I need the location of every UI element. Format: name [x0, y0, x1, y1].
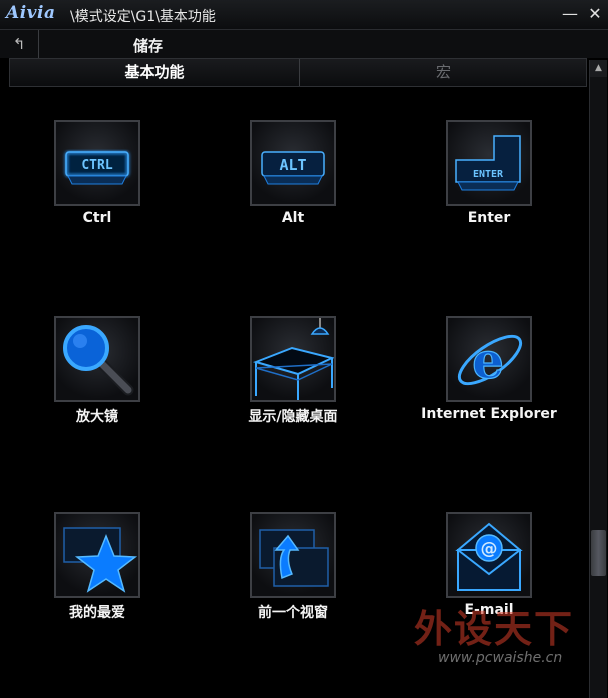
- breadcrumb: \模式设定\G1\基本功能: [70, 9, 216, 25]
- previous-window-icon: [250, 512, 336, 598]
- back-arrow-icon: ↰: [12, 35, 26, 53]
- function-internet-explorer[interactable]: e Internet Explorer: [399, 316, 579, 422]
- function-previous-window[interactable]: 前一个视窗: [203, 512, 383, 622]
- svg-text:@: @: [481, 539, 498, 559]
- internet-explorer-icon: e: [446, 316, 532, 402]
- email-icon: @: [446, 512, 532, 598]
- tab-macro[interactable]: 宏: [300, 59, 587, 86]
- function-label: Ctrl: [82, 210, 112, 226]
- function-magnifier[interactable]: 放大镜: [7, 316, 187, 426]
- function-label: Internet Explorer: [421, 406, 557, 422]
- alt-key-icon: ALT: [250, 120, 336, 206]
- scroll-thumb[interactable]: [591, 530, 606, 576]
- scroll-up-arrow-icon[interactable]: ▲: [590, 60, 607, 77]
- back-button[interactable]: ↰: [0, 30, 39, 58]
- aivia-logo: Aivia: [6, 3, 56, 23]
- magnifier-icon: [54, 316, 140, 402]
- save-title: 储存: [133, 37, 164, 55]
- function-label: E-mail: [464, 602, 514, 618]
- svg-text:CTRL: CTRL: [81, 158, 112, 173]
- function-label: 前一个视窗: [258, 605, 328, 621]
- function-label: Enter: [467, 210, 511, 226]
- desktop-table-icon: [250, 316, 336, 402]
- favorites-star-icon: [54, 512, 140, 598]
- function-favorites[interactable]: 我的最爱: [7, 512, 187, 622]
- function-alt[interactable]: ALT Alt: [203, 120, 383, 226]
- function-label: Alt: [281, 210, 305, 226]
- ctrl-key-icon: CTRL: [54, 120, 140, 206]
- svg-text:e: e: [472, 331, 504, 390]
- close-button[interactable]: ✕: [583, 3, 607, 25]
- function-email[interactable]: @ E-mail: [399, 512, 579, 618]
- function-show-hide-desktop[interactable]: 显示/隐藏桌面: [203, 316, 383, 426]
- enter-key-icon: ENTER: [446, 120, 532, 206]
- function-label: 放大镜: [76, 409, 118, 425]
- vertical-scrollbar[interactable]: ▲: [589, 60, 607, 698]
- title-bar: Aivia \模式设定\G1\基本功能 — ✕: [0, 0, 608, 30]
- tab-bar: 基本功能 宏: [9, 58, 587, 87]
- function-label: 显示/隐藏桌面: [248, 409, 338, 425]
- function-enter[interactable]: ENTER Enter: [399, 120, 579, 226]
- minimize-button[interactable]: —: [558, 3, 582, 25]
- function-ctrl[interactable]: CTRL Ctrl: [7, 120, 187, 226]
- svg-text:ALT: ALT: [279, 156, 306, 174]
- watermark-url: www.pcwaishe.cn: [438, 650, 563, 666]
- function-label: 我的最爱: [69, 605, 125, 621]
- tab-basic-functions[interactable]: 基本功能: [10, 59, 300, 86]
- toolbar: ↰ 储存: [0, 30, 608, 58]
- svg-text:ENTER: ENTER: [473, 169, 504, 180]
